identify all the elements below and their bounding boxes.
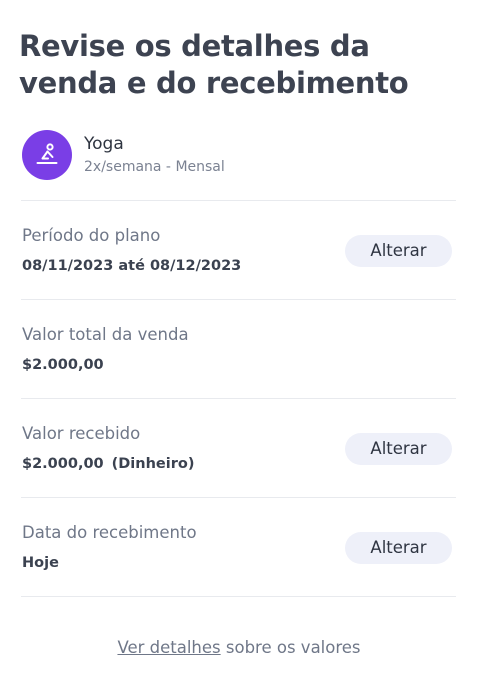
amount-received-value: $2.000,00 [22,456,104,472]
receipt-date-row: Data do recebimento Hoje Alterar [21,497,456,597]
details-list: Período do plano 08/11/2023 até 08/12/20… [21,200,456,597]
change-receipt-date-button[interactable]: Alterar [345,532,452,564]
receipt-date-value: Hoje [22,555,59,571]
sale-review-page: Revise os detalhes da venda e do recebim… [0,0,478,678]
yoga-icon [34,142,60,168]
sale-total-value: $2.000,00 [22,357,104,373]
payment-method: (Dinheiro) [111,456,195,472]
receipt-date-label: Data do recebimento [22,523,197,542]
page-title: Revise os detalhes da venda e do recebim… [19,29,409,100]
plan-period-row: Período do plano 08/11/2023 até 08/12/20… [21,200,456,299]
sale-total-row: Valor total da venda $2.000,00 [21,299,456,398]
change-plan-period-button[interactable]: Alterar [345,235,452,267]
amount-received-value-group: $2.000,00 (Dinheiro) [22,455,194,473]
plan-period-value: 08/11/2023 até 08/12/2023 [22,258,242,274]
view-details-link[interactable]: Ver detalhes [117,638,220,657]
product-name: Yoga [84,134,124,154]
sale-total-label: Valor total da venda [22,325,189,344]
amount-received-row: Valor recebido $2.000,00 (Dinheiro) Alter… [21,398,456,497]
view-details-rest-text: sobre os valores [220,638,361,657]
product-plan-frequency: 2x/semana - Mensal [84,159,225,175]
plan-period-label: Período do plano [22,226,161,245]
change-amount-received-button[interactable]: Alterar [345,433,452,465]
product-avatar [22,130,72,180]
product-summary: Yoga 2x/semana - Mensal [22,130,452,180]
values-details-footer: Ver detalhes sobre os valores [0,637,478,659]
amount-received-label: Valor recebido [22,424,141,443]
